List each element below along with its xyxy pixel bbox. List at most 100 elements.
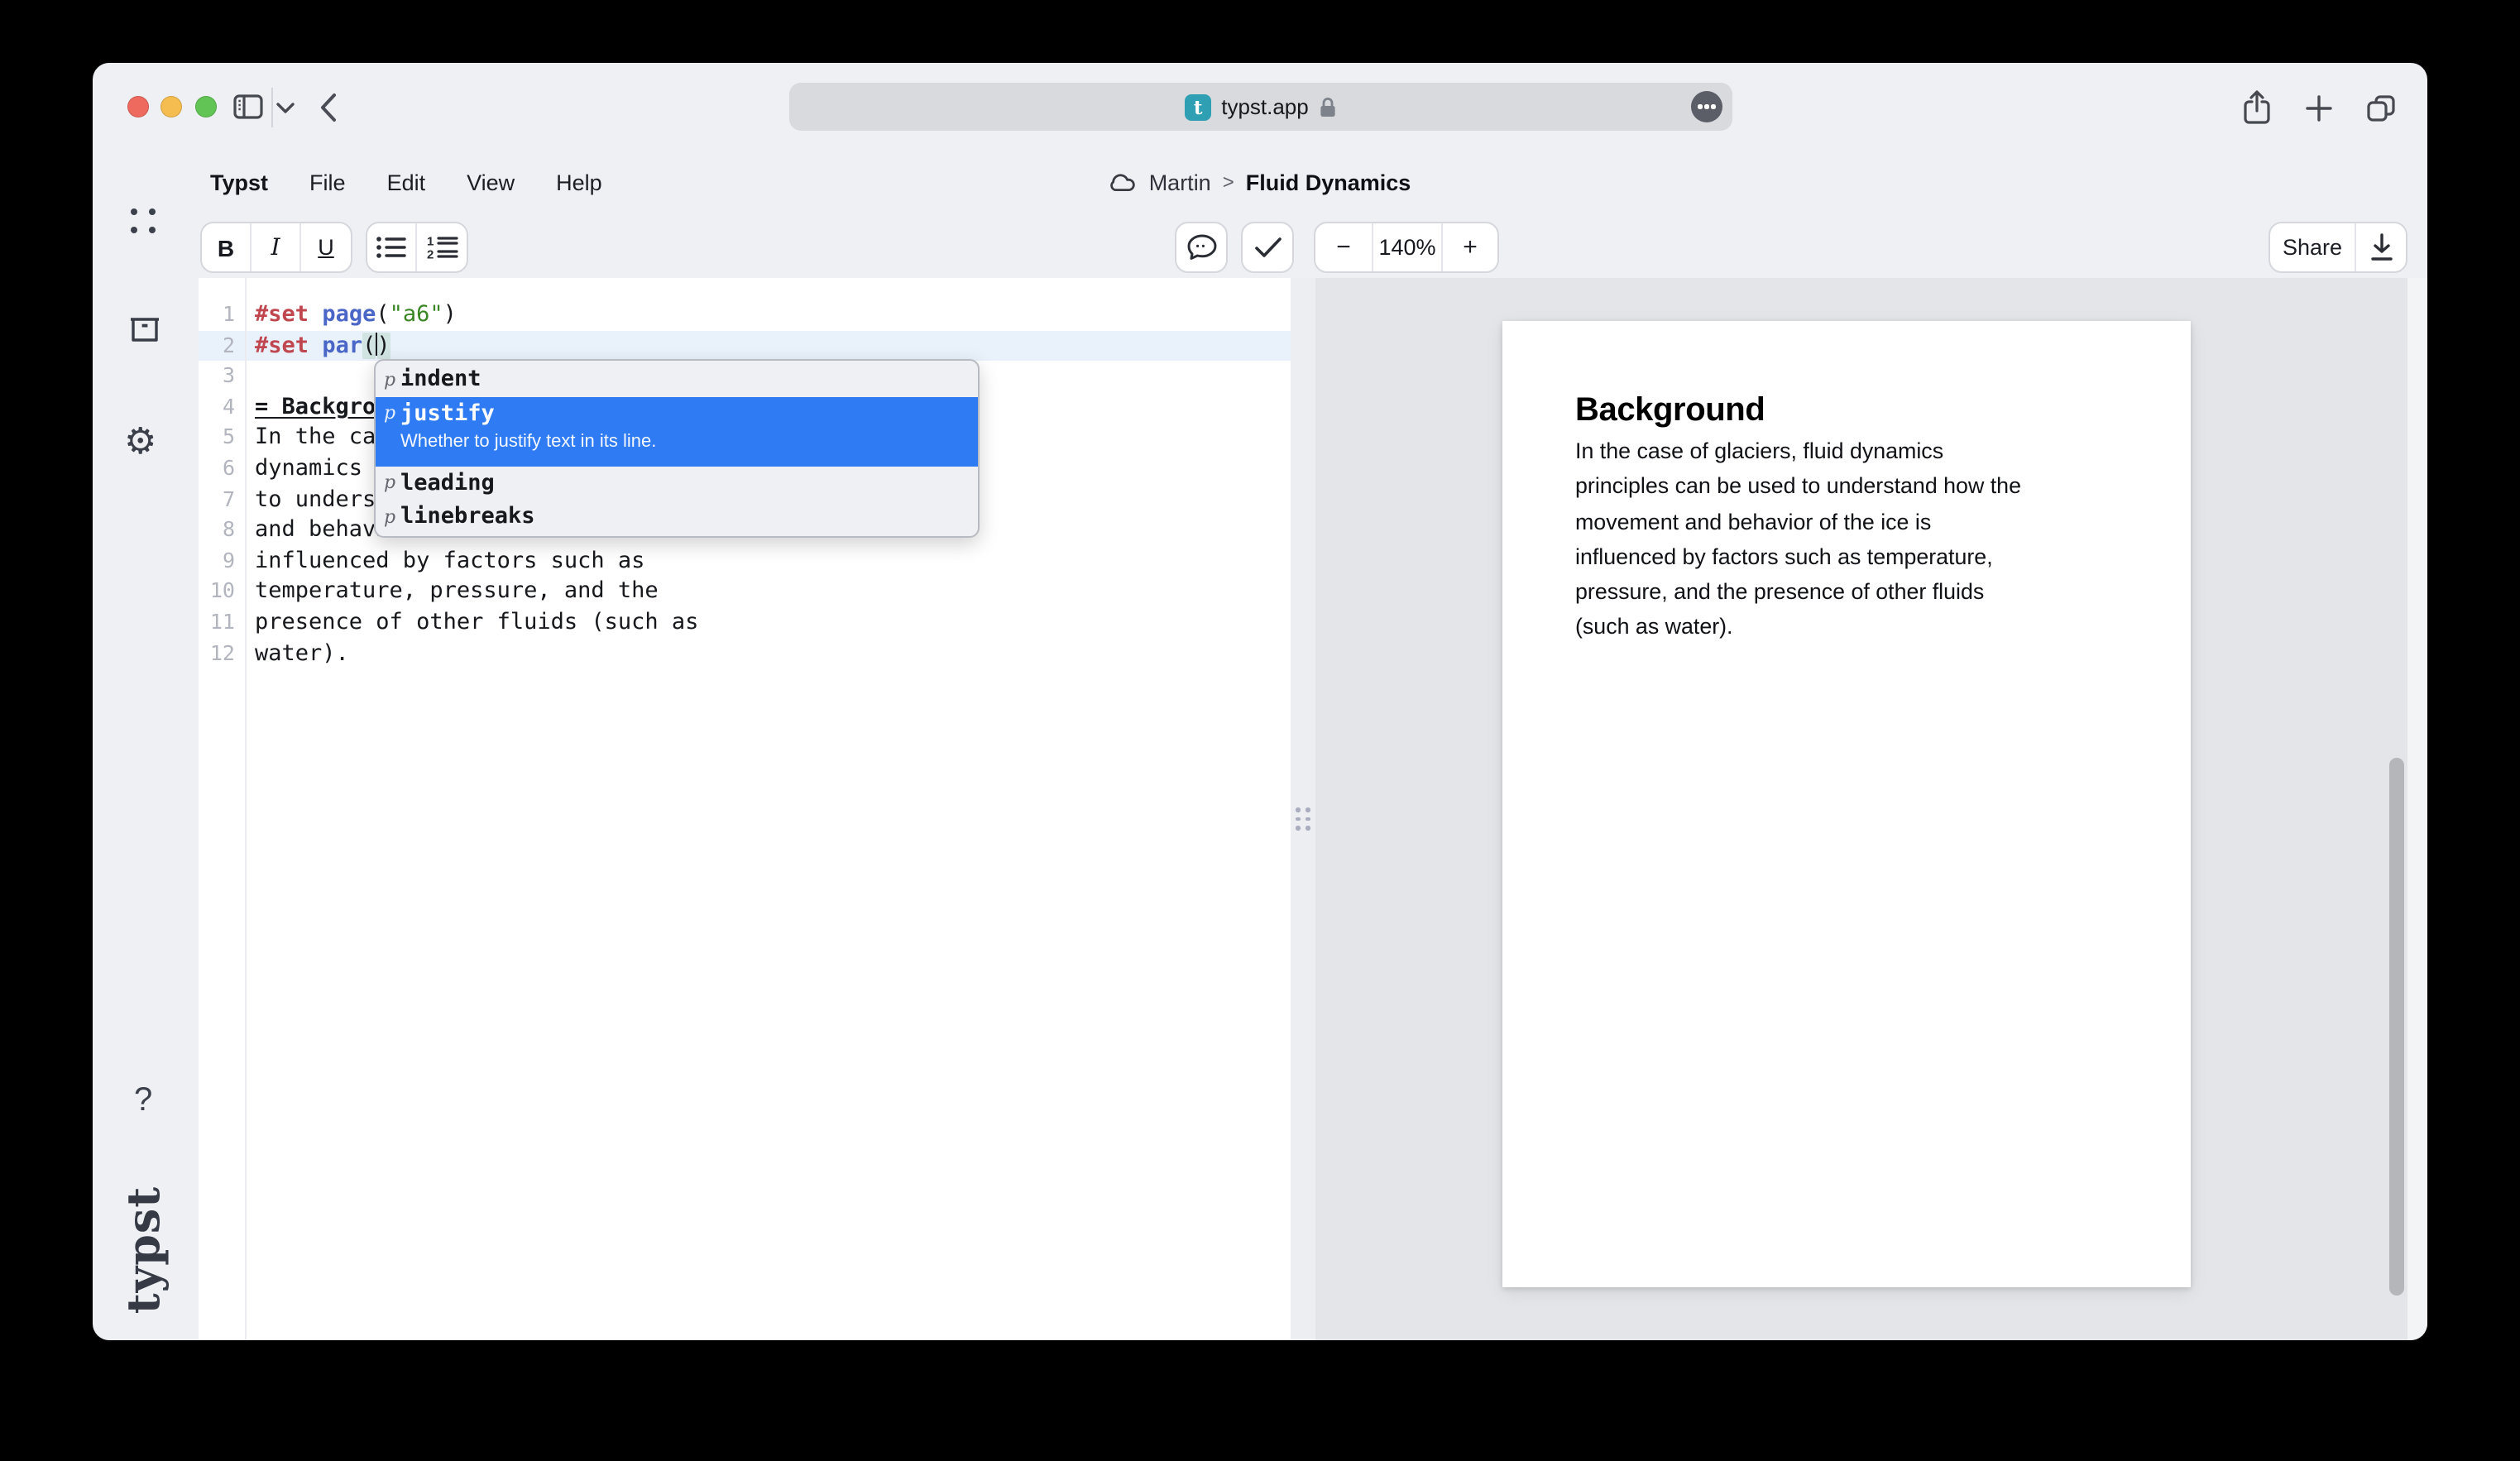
bold-button[interactable]: B: [202, 223, 252, 271]
zoom-window-button[interactable]: [195, 96, 217, 117]
autocomplete-label: justify: [400, 400, 495, 427]
autocomplete-label: linebreaks: [400, 504, 535, 530]
download-button[interactable]: [2356, 223, 2406, 271]
code-line[interactable]: water).: [247, 638, 1291, 668]
new-tab-button[interactable]: [2305, 94, 2333, 122]
preview-page: Background In the case of glaciers, flui…: [1502, 321, 2191, 1287]
list-group: 1 2: [366, 222, 468, 273]
breadcrumb-document-title[interactable]: Fluid Dynamics: [1246, 170, 1411, 194]
settings-button[interactable]: ⚙: [124, 420, 156, 463]
preview-scrollbar-track: [2407, 278, 2427, 1340]
code-line[interactable]: temperature, pressure, and the: [247, 577, 1291, 607]
spellcheck-button[interactable]: [1241, 222, 1294, 273]
chevron-down-icon: [276, 103, 295, 114]
autocomplete-popup: pindentpjustifyWhether to justify text i…: [374, 359, 980, 537]
autocomplete-label: leading: [400, 470, 495, 496]
line-number: 7: [199, 484, 245, 515]
question-mark-icon: ?: [134, 1082, 152, 1119]
svg-text:1: 1: [426, 235, 433, 248]
typst-logo: typst: [108, 1181, 182, 1317]
page-body-line: influenced by factors such as temperatur…: [1575, 539, 2021, 575]
breadcrumb-separator: >: [1223, 170, 1234, 194]
download-icon: [2369, 233, 2393, 261]
tabs-icon: [2366, 94, 2396, 122]
line-number: 4: [199, 392, 245, 423]
line-number: 9: [199, 546, 245, 577]
preview-scrollbar-thumb[interactable]: [2389, 758, 2404, 1296]
editor-gutter: 123456789101112: [199, 278, 247, 1340]
line-number: 12: [199, 638, 245, 668]
comments-button[interactable]: [1175, 222, 1228, 273]
share-export-group: Share: [2268, 222, 2407, 273]
close-window-button[interactable]: [127, 96, 149, 117]
back-arrow-icon: [319, 93, 338, 122]
code-line[interactable]: presence of other fluids (such as: [247, 607, 1291, 638]
page-body: In the case of glaciers, fluid dynamicsp…: [1575, 434, 2021, 645]
parameter-icon: p: [384, 369, 394, 390]
zoom-in-button[interactable]: +: [1443, 223, 1497, 271]
svg-text:2: 2: [426, 247, 433, 260]
sidebar-toggle-button[interactable]: [233, 94, 263, 119]
italic-glyph: I: [271, 234, 280, 261]
page-body-line: (such as water).: [1575, 610, 2021, 645]
line-number: 11: [199, 607, 245, 638]
line-number: 5: [199, 423, 245, 453]
line-number: 10: [199, 577, 245, 607]
page-body-line: In the case of glaciers, fluid dynamics: [1575, 434, 2021, 469]
zoom-level-button[interactable]: 140%: [1373, 223, 1443, 271]
underline-button[interactable]: U: [301, 223, 351, 271]
breadcrumb-workspace[interactable]: Martin: [1149, 170, 1211, 194]
autocomplete-label: indent: [400, 366, 481, 393]
zoom-out-button[interactable]: −: [1315, 223, 1373, 271]
cloud-sync-icon: [1109, 172, 1138, 192]
divider-drag-handle[interactable]: [1296, 807, 1310, 831]
tray-icon: [127, 314, 162, 344]
autocomplete-item[interactable]: pjustifyWhether to justify text in its l…: [376, 396, 978, 466]
share-button-label: Share: [2283, 235, 2342, 260]
app-grid-button[interactable]: [131, 208, 159, 235]
typst-favicon: t: [1185, 93, 1211, 120]
plus-icon: +: [1463, 233, 1478, 261]
plus-icon: [2305, 94, 2333, 122]
text-style-group: B I U: [200, 222, 352, 273]
pane-divider[interactable]: [1291, 278, 1315, 1340]
code-line[interactable]: #set par(): [247, 330, 1291, 361]
code-line[interactable]: influenced by factors such as: [247, 546, 1291, 577]
line-number: 6: [199, 453, 245, 484]
sidebar-toggle-icon: [233, 94, 263, 119]
bullet-list-button[interactable]: [367, 223, 417, 271]
parameter-icon: p: [384, 506, 394, 528]
comment-bubble-icon: [1186, 233, 1217, 261]
autocomplete-item[interactable]: p linebreaks: [376, 500, 978, 534]
minimize-window-button[interactable]: [160, 96, 182, 117]
autocomplete-item[interactable]: pleading: [376, 466, 978, 500]
screenshot-stage: t typst.app: [0, 0, 2520, 1461]
autocomplete-item[interactable]: pindent: [376, 362, 978, 396]
parameter-icon: p: [384, 403, 394, 424]
zoom-control-group: − 140% +: [1314, 222, 1499, 273]
browser-window: t typst.app: [93, 63, 2427, 1340]
line-number: 2: [199, 330, 245, 361]
share-page-button[interactable]: [2242, 89, 2272, 126]
share-icon: [2242, 89, 2272, 126]
italic-button[interactable]: I: [252, 223, 301, 271]
back-button[interactable]: [319, 93, 338, 122]
code-line[interactable]: #set page("a6"): [247, 299, 1291, 330]
underline-glyph: U: [318, 235, 334, 260]
checkmark-icon: [1253, 237, 1282, 258]
numbered-list-button[interactable]: 1 2: [417, 223, 467, 271]
bullet-list-icon: [376, 235, 407, 260]
page-body-line: principles can be used to understand how…: [1575, 469, 2021, 505]
tab-group-chevron-button[interactable]: [276, 103, 295, 114]
files-button[interactable]: [127, 314, 162, 344]
page-body-line: movement and behavior of the ice is: [1575, 504, 2021, 539]
share-button[interactable]: Share: [2270, 223, 2356, 271]
bold-glyph: B: [218, 234, 234, 261]
chrome-divider: [271, 88, 273, 127]
tab-overview-button[interactable]: [2366, 94, 2396, 122]
page-options-button[interactable]: [1691, 91, 1722, 122]
help-button[interactable]: ?: [134, 1082, 152, 1120]
line-number: 1: [199, 299, 245, 330]
address-bar[interactable]: t typst.app: [789, 83, 1732, 131]
minus-icon: −: [1336, 233, 1351, 261]
